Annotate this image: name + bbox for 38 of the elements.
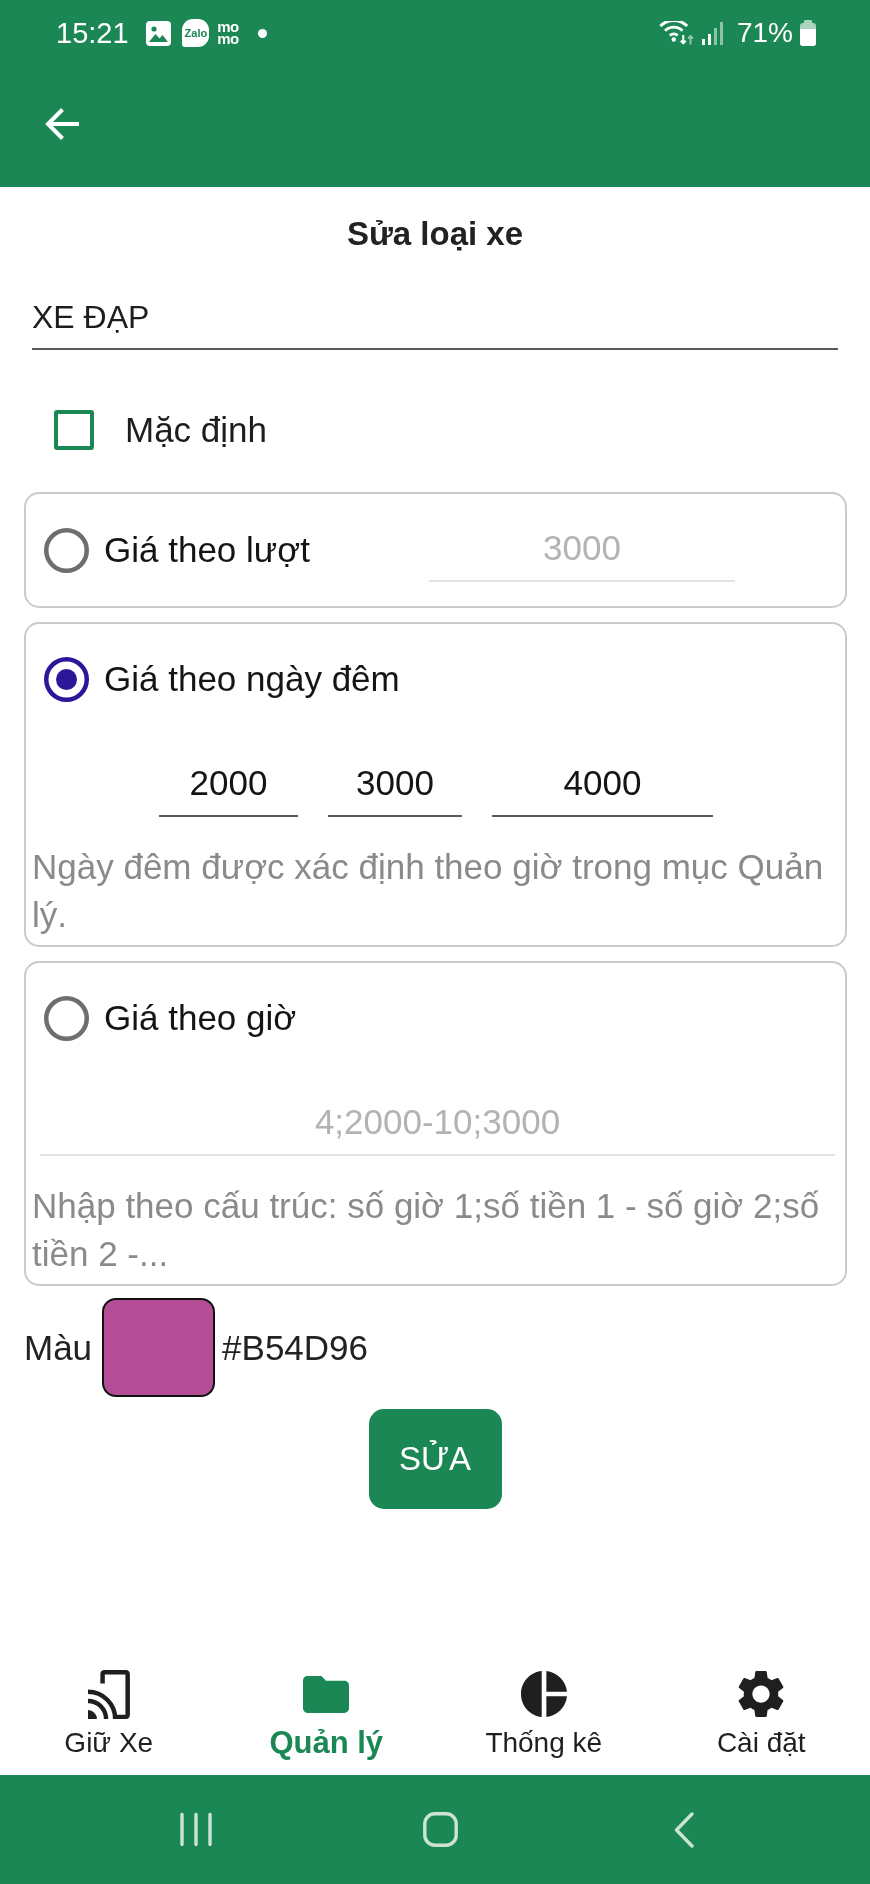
home-icon[interactable] [422, 1812, 458, 1847]
notification-dot-icon [257, 28, 267, 38]
submit-button[interactable]: SỬA [368, 1409, 502, 1509]
nav-tab[interactable]: Giữ Xe [0, 1655, 218, 1775]
hint-text: Nhập theo cấu trúc: số giờ 1;số tiền 1 - số giờ 2;số tiền 2 -... [32, 1185, 821, 1275]
page-title: Sửa loại xe [345, 214, 525, 254]
pie-chart-icon [520, 1671, 567, 1717]
phone-cast-icon [87, 1669, 130, 1719]
nav-tab[interactable]: Cài đặt [652, 1655, 870, 1775]
name-field[interactable]: XE ĐẠP [32, 294, 838, 350]
nav-tab[interactable]: Quản lý [217, 1655, 435, 1775]
price-field[interactable]: 3000 [429, 518, 735, 582]
radio-option[interactable]: Giá theo ngày đêm [44, 656, 400, 702]
battery-icon [799, 20, 817, 46]
chat-logo: Zalo [181, 19, 210, 47]
back-icon[interactable] [674, 1811, 694, 1848]
radio-option[interactable]: Giá theo giờ [44, 995, 297, 1041]
checkbox[interactable] [54, 410, 94, 450]
price-field[interactable]: 3000 [328, 753, 462, 817]
folder-icon [303, 1675, 350, 1713]
color-hex-text: #B54D96 [222, 1327, 369, 1368]
app-logo: mo mo [217, 21, 239, 45]
color-label: Màu [24, 1327, 93, 1368]
wifi-icon [657, 21, 694, 45]
settings-icon [738, 1671, 785, 1717]
price-field[interactable]: 4;2000-10;3000 [40, 1092, 835, 1156]
nav-tab[interactable]: Thống kê [435, 1655, 653, 1775]
hint-text: Ngày đêm được xác định theo giờ trong mục Quản lý. [32, 846, 825, 936]
price-field[interactable]: 2000 [159, 753, 298, 817]
battery-percent: 71% [736, 16, 793, 50]
price-field[interactable]: 4000 [492, 753, 713, 817]
recent-apps-icon[interactable] [179, 1812, 213, 1847]
color-swatch[interactable] [102, 1298, 216, 1397]
checkbox-option[interactable]: Mặc định [54, 410, 268, 450]
status-time: 15:21 [56, 16, 129, 50]
image-icon [145, 20, 171, 46]
signal-icon [700, 21, 724, 45]
radio-option[interactable]: Giá theo lượt [44, 527, 310, 573]
